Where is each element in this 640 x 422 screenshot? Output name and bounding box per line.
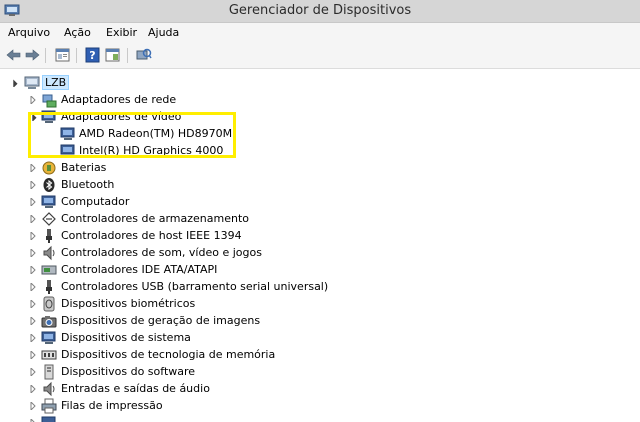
tree-item-dispositivos-de-geracao-de-imagens[interactable]: Dispositivos de geração de imagens [29,313,289,329]
tree-item-controladores-ide[interactable]: Controladores IDE ATA/ATAPI [29,262,289,278]
svg-text:?: ? [89,49,95,62]
device-tree: LZB Adaptadores de rede Adaptadores de v… [0,69,640,422]
tree-item-label: Dispositivos de sistema [61,331,191,344]
tree-item-partial[interactable] [29,415,149,422]
display-adapter-icon [60,127,75,140]
expanded-arrow-icon[interactable] [10,79,18,87]
printer-icon [41,398,57,414]
collapsed-arrow-icon[interactable] [29,317,37,325]
collapsed-arrow-icon[interactable] [29,198,37,206]
usb-icon [46,280,52,294]
tree-item-label: Dispositivos de geração de imagens [61,314,261,327]
tree-item-entradas-e-saidas-de-audio[interactable]: Entradas e saídas de áudio [29,381,289,397]
tree-item-dispositivos-de-sistema[interactable]: Dispositivos de sistema [29,330,289,346]
tree-item-label: Dispositivos do software [61,365,196,378]
tree-item-controladores-de-som[interactable]: Controladores de som, vídeo e jogos [29,245,289,261]
tree-item-label: Dispositivos de tecnologia de memória [61,348,276,361]
collapsed-arrow-icon[interactable] [29,351,37,359]
collapsed-arrow-icon[interactable] [29,300,37,308]
storage-controller-icon [42,212,56,226]
tree-item-controladores-usb[interactable]: Controladores USB (barramento serial uni… [29,279,349,295]
scan-hardware-icon[interactable] [135,47,152,63]
tree-item-filas-de-impressao[interactable]: Filas de impressão [29,398,289,414]
menu-ajuda[interactable]: Ajuda [148,26,179,39]
tree-item-label: Dispositivos biométricos [61,297,196,310]
tree-item-computador[interactable]: Computador [29,194,229,210]
battery-icon [42,161,56,175]
software-device-icon [44,364,54,380]
window-title: Gerenciador de Dispositivos [228,3,412,18]
collapsed-arrow-icon[interactable] [29,368,37,376]
collapsed-arrow-icon[interactable] [29,232,37,240]
tree-item-label: Controladores de armazenamento [61,212,250,225]
tree-item-label: Baterias [61,161,107,174]
tree-root[interactable]: LZB [10,75,110,91]
tree-root-label: LZB [42,75,70,90]
tree-item-dispositivos-biometricos[interactable]: Dispositivos biométricos [29,296,289,312]
imaging-device-icon [41,316,57,328]
network-adapter-icon [42,94,57,108]
tree-item-baterias[interactable]: Baterias [29,160,229,176]
tree-item-controladores-de-armazenamento[interactable]: Controladores de armazenamento [29,211,289,227]
back-arrow-icon[interactable] [5,47,22,63]
biometric-icon [43,296,55,312]
tree-item-dispositivos-do-software[interactable]: Dispositivos do software [29,364,289,380]
title-bar: Gerenciador de Dispositivos [0,0,640,23]
tree-item-label: Adaptadores de vídeo [61,110,182,123]
tree-item-bluetooth[interactable]: Bluetooth [29,177,229,193]
tree-child-intel-hd[interactable]: Intel(R) HD Graphics 4000 [60,143,240,159]
device-icon [41,416,56,422]
tree-item-label: Controladores de host IEEE 1394 [61,229,242,242]
collapsed-arrow-icon[interactable] [29,385,37,393]
tree-item-label: Filas de impressão [61,399,163,412]
collapsed-arrow-icon[interactable] [29,266,37,274]
tree-item-dispositivos-de-tecnologia-de-memoria[interactable]: Dispositivos de tecnologia de memória [29,347,309,363]
toolbar-separator [76,48,77,63]
show-hidden-icon[interactable] [104,47,121,63]
collapsed-arrow-icon[interactable] [29,402,37,410]
system-device-icon [41,331,56,344]
ieee1394-icon [46,229,52,243]
properties-icon[interactable] [54,47,71,63]
memory-device-icon [41,350,57,360]
tree-item-label: Entradas e saídas de áudio [61,382,210,395]
collapsed-arrow-icon[interactable] [29,181,37,189]
collapsed-arrow-icon[interactable] [29,249,37,257]
tree-item-label: Controladores de som, vídeo e jogos [61,246,262,259]
tree-child-amd-radeon[interactable]: AMD Radeon(TM) HD8970M [60,126,240,142]
display-adapter-icon [41,110,56,123]
tree-item-adaptadores-de-video[interactable]: Adaptadores de vídeo [29,109,229,125]
collapsed-arrow-icon[interactable] [29,96,37,104]
tree-item-label: Bluetooth [61,178,115,191]
computer-icon [41,195,56,208]
tree-item-controladores-de-host-ieee-1394[interactable]: Controladores de host IEEE 1394 [29,228,289,244]
menu-exibir[interactable]: Exibir [106,26,137,39]
toolbar-separator [127,48,128,63]
tree-item-label: Controladores USB (barramento serial uni… [61,280,329,293]
expanded-arrow-icon[interactable] [29,113,37,121]
computer-icon [24,76,40,89]
bluetooth-icon [43,178,55,192]
collapsed-arrow-icon[interactable] [29,334,37,342]
toolbar: ? [0,43,640,69]
display-adapter-icon [60,144,75,157]
toolbar-separator [45,48,46,63]
ide-controller-icon [41,265,57,275]
tree-item-adaptadores-de-rede[interactable]: Adaptadores de rede [29,92,229,108]
speaker-icon [43,245,55,261]
tree-item-label: Controladores IDE ATA/ATAPI [61,263,218,276]
menu-acao[interactable]: Ação [64,26,91,39]
audio-io-icon [43,381,55,397]
tree-child-label: AMD Radeon(TM) HD8970M [79,127,233,140]
forward-arrow-icon[interactable] [24,47,41,63]
tree-item-label: Computador [61,195,130,208]
tree-child-label: Intel(R) HD Graphics 4000 [79,144,224,157]
collapsed-arrow-icon[interactable] [29,164,37,172]
menu-bar: Arquivo Ação Exibir Ajuda [0,23,640,43]
menu-arquivo[interactable]: Arquivo [8,26,50,39]
collapsed-arrow-icon[interactable] [29,215,37,223]
tree-item-label: Adaptadores de rede [61,93,177,106]
help-icon[interactable]: ? [84,47,101,63]
collapsed-arrow-icon[interactable] [29,283,37,291]
